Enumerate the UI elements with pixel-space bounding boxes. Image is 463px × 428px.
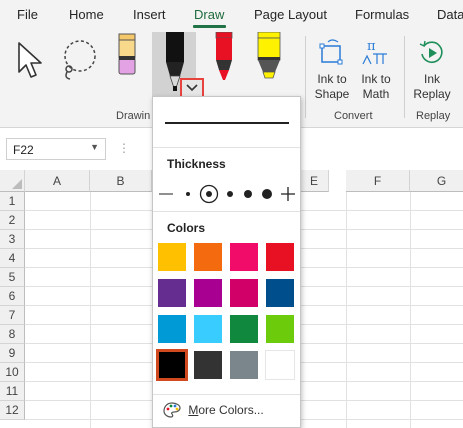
grid-column-line (346, 192, 347, 428)
more-colors-item[interactable]: More Colors... (163, 402, 264, 418)
color-swatch[interactable] (193, 314, 223, 344)
thickness-options (159, 184, 295, 204)
chevron-down-icon[interactable]: ▼ (90, 142, 99, 152)
row-header-12[interactable]: 12 (0, 401, 25, 420)
select-all-icon (12, 179, 22, 189)
column-header-a[interactable]: A (25, 170, 90, 192)
color-swatch[interactable] (265, 350, 295, 380)
grid-column-line (90, 192, 91, 428)
color-swatch[interactable] (229, 350, 259, 380)
color-swatch[interactable] (193, 242, 223, 272)
color-swatch[interactable] (193, 278, 223, 308)
row-header-4[interactable]: 4 (0, 249, 25, 268)
thickness-option-4[interactable] (227, 191, 233, 197)
row-header-3[interactable]: 3 (0, 230, 25, 249)
select-all-corner[interactable] (0, 170, 25, 192)
menu-separator (153, 147, 300, 148)
color-swatch[interactable] (229, 314, 259, 344)
color-swatch[interactable] (265, 242, 295, 272)
select-tool-icon[interactable] (14, 40, 48, 82)
group-label-replay: Replay (416, 110, 451, 122)
tab-formulas[interactable]: Formulas (355, 7, 409, 22)
more-colors-label: More Colors... (188, 403, 264, 417)
name-box-value: F22 (13, 143, 34, 157)
thickness-option-6[interactable] (262, 189, 272, 199)
ribbon-separator (305, 36, 306, 118)
ink-to-math-button[interactable]: π Ink to Math (356, 36, 396, 102)
column-header-f[interactable]: F (346, 170, 410, 192)
row-header-5[interactable]: 5 (0, 268, 25, 287)
ink-to-shape-button[interactable]: Ink to Shape (312, 36, 352, 102)
grid-column-line (410, 192, 411, 428)
ink-replay-icon (419, 40, 443, 63)
column-header-b[interactable]: B (90, 170, 152, 192)
column-header-e[interactable]: E (301, 170, 329, 192)
add-thickness-icon[interactable] (281, 187, 295, 201)
ribbon-tab-bar: File Home Insert Draw Page Layout Formul… (0, 0, 463, 30)
color-swatch[interactable] (157, 278, 187, 308)
menu-separator (153, 211, 300, 212)
chevron-down-icon (186, 84, 198, 92)
formula-bar-divider: ⋮ (118, 141, 130, 155)
row-header-6[interactable]: 6 (0, 287, 25, 306)
pen-options-dropdown-button[interactable] (180, 78, 204, 98)
row-header-2[interactable]: 2 (0, 211, 25, 230)
tab-insert[interactable]: Insert (133, 7, 166, 22)
tab-data[interactable]: Data (437, 7, 463, 22)
color-swatch[interactable] (157, 350, 187, 380)
group-label-drawing: Drawin (116, 110, 151, 122)
ribbon-separator (404, 36, 405, 118)
color-swatch[interactable] (229, 242, 259, 272)
thickness-option-5[interactable] (244, 190, 252, 198)
tab-file[interactable]: File (17, 7, 38, 22)
name-box[interactable]: F22 ▼ (6, 138, 106, 160)
row-header-1[interactable]: 1 (0, 192, 25, 211)
colors-heading: Colors (167, 221, 206, 235)
ink-to-math-icon: π (362, 39, 387, 65)
color-swatch[interactable] (193, 350, 223, 380)
ink-to-shape-label: Ink to Shape (314, 72, 350, 101)
row-header-8[interactable]: 8 (0, 325, 25, 344)
ink-replay-button[interactable]: Ink Replay (410, 36, 454, 102)
red-pen-icon[interactable] (211, 32, 237, 84)
column-header-g[interactable]: G (410, 170, 463, 192)
menu-separator (153, 394, 300, 395)
thickness-option-2[interactable] (186, 192, 190, 196)
row-header-7[interactable]: 7 (0, 306, 25, 325)
yellow-highlighter-icon[interactable] (254, 32, 284, 82)
svg-text:π: π (367, 39, 376, 54)
eraser-icon[interactable] (114, 32, 140, 80)
ink-to-math-label: Ink to Math (361, 72, 391, 101)
group-label-convert: Convert (334, 110, 373, 122)
tab-page-layout[interactable]: Page Layout (254, 7, 327, 22)
row-header-9[interactable]: 9 (0, 344, 25, 363)
color-swatch[interactable] (265, 278, 295, 308)
stroke-preview (165, 122, 289, 124)
color-swatch[interactable] (265, 314, 295, 344)
ink-to-shape-icon (319, 39, 343, 65)
color-swatch[interactable] (157, 242, 187, 272)
row-header-11[interactable]: 11 (0, 382, 25, 401)
active-tab-indicator (193, 25, 226, 28)
row-header-10[interactable]: 10 (0, 363, 25, 382)
pen-options-menu: Thickness Colors More Colors... (152, 96, 301, 428)
tab-draw[interactable]: Draw (194, 7, 224, 22)
lasso-select-icon[interactable] (58, 36, 104, 82)
color-swatch[interactable] (229, 278, 259, 308)
thickness-option-3-selected[interactable] (199, 184, 219, 204)
tab-home[interactable]: Home (69, 7, 104, 22)
ink-replay-label: Ink Replay (413, 72, 451, 101)
color-swatch[interactable] (157, 314, 187, 344)
palette-icon (163, 402, 181, 418)
thickness-heading: Thickness (167, 157, 226, 171)
